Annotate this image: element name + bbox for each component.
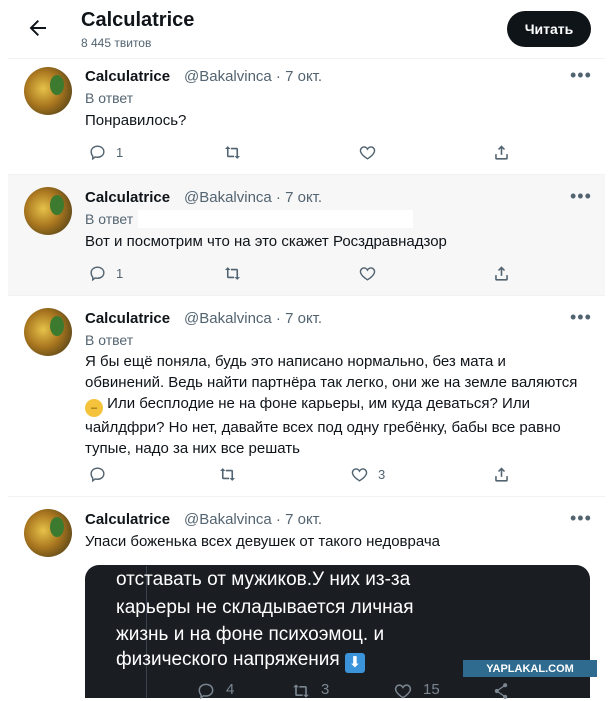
reply-icon (90, 467, 105, 483)
share-icon (495, 145, 508, 160)
share-icon (495, 467, 508, 482)
media-reply-button[interactable]: 4 (196, 681, 234, 701)
share-icon (495, 266, 508, 281)
text-line: тупые, надо за них все решать (85, 440, 300, 457)
reply-icon (198, 683, 214, 700)
more-icon[interactable]: ••• (570, 186, 592, 207)
text-line: – Или бесплодие не на фоне карьеры, им к… (85, 393, 585, 417)
more-icon[interactable]: ••• (570, 307, 592, 328)
reply-count: 1 (116, 145, 124, 160)
profile-header: Calculatrice 8 445 твитов Читать (8, 0, 605, 58)
reply-context: В ответ (85, 332, 134, 348)
media-text-line: отставать от мужиков.У них из-за (116, 569, 411, 590)
author-name[interactable]: Calculatrice (85, 189, 170, 206)
tweet-text: Понравилось? (85, 112, 187, 129)
retweet-icon (224, 146, 241, 159)
more-icon[interactable]: ••• (570, 508, 592, 529)
retweet-icon (293, 684, 309, 698)
profile-timeline: Calculatrice 8 445 твитов Читать Calcula… (8, 0, 605, 701)
reply-context: В ответ (85, 90, 134, 106)
reply-count: 1 (116, 266, 124, 281)
reply-button[interactable]: 1 (88, 143, 123, 162)
tweet-text: Упаси боженька всех девушек от такого не… (85, 533, 441, 550)
like-count: 15 (423, 681, 440, 698)
redacted-mention (138, 210, 413, 228)
retweet-button[interactable] (223, 264, 242, 283)
retweet-button[interactable] (218, 465, 237, 484)
author-name[interactable]: Calculatrice (85, 68, 170, 85)
author-handle[interactable]: @Bakalvinca · 7 окт. (184, 189, 322, 206)
author-handle[interactable]: @Bakalvinca · 7 окт. (184, 68, 322, 85)
share-button[interactable] (492, 264, 511, 283)
reply-count: 4 (226, 681, 235, 698)
share-button[interactable] (492, 143, 511, 162)
author-handle[interactable]: @Bakalvinca · 7 окт. (184, 511, 322, 528)
tweet[interactable]: Calculatrice @Bakalvinca · 7 окт. ••• В … (8, 296, 605, 496)
like-icon (351, 468, 368, 482)
like-button[interactable] (358, 143, 377, 162)
media-retweet-button[interactable]: 3 (291, 681, 329, 701)
author-handle[interactable]: @Bakalvinca · 7 окт. (184, 310, 322, 327)
media-text-line: жизнь и на фоне психоэмоц. и (116, 624, 385, 645)
tweet-text: Вот и посмотрим что на это скажет Росздр… (85, 233, 447, 250)
like-button[interactable]: 3 (350, 465, 385, 484)
like-icon (359, 267, 376, 281)
retweet-icon (224, 267, 241, 280)
media-like-button[interactable]: 15 (393, 681, 440, 701)
share-button[interactable] (492, 465, 511, 484)
tweet-count: 8 445 твитов (81, 36, 152, 50)
site-watermark: YAPLAKAL.COM (463, 660, 597, 677)
media-text-line: карьеры не складывается личная (116, 597, 414, 618)
tweet[interactable]: Calculatrice @Bakalvinca · 7 окт. ••• В … (8, 175, 605, 295)
tweet[interactable]: Calculatrice @Bakalvinca · 7 окт. ••• В … (8, 59, 605, 174)
text-line: Я бы ещё поняла, будь это написано норма… (85, 353, 506, 370)
expressionless-emoji-icon: – (85, 399, 103, 417)
like-count: 3 (378, 467, 386, 482)
reply-button[interactable] (88, 465, 107, 484)
retweet-icon (219, 468, 236, 481)
author-name[interactable]: Calculatrice (85, 511, 170, 528)
reply-context: В ответ (85, 211, 134, 227)
share-icon (494, 683, 508, 699)
back-arrow-icon[interactable] (26, 16, 50, 40)
media-share-button[interactable] (491, 681, 511, 701)
avatar[interactable] (24, 509, 72, 557)
like-icon (359, 146, 376, 160)
avatar[interactable] (24, 308, 72, 356)
reply-icon (90, 266, 105, 282)
text-line: чайлдфри? Но нет, давайте всех под одну … (85, 419, 561, 436)
download-icon: ⬇ (344, 653, 365, 673)
page-title: Calculatrice (81, 9, 195, 31)
reply-icon (90, 145, 105, 161)
like-button[interactable] (358, 264, 377, 283)
like-icon (394, 684, 412, 699)
tweet-text: Я бы ещё поняла, будь это написано норма… (85, 351, 585, 459)
reply-button[interactable]: 1 (88, 264, 123, 283)
author-name[interactable]: Calculatrice (85, 310, 170, 327)
follow-button[interactable]: Читать (507, 11, 591, 47)
avatar[interactable] (24, 67, 72, 115)
avatar[interactable] (24, 187, 72, 235)
text-line: обвинений. Ведь найти партнёра так легко… (85, 374, 578, 391)
retweet-button[interactable] (223, 143, 242, 162)
retweet-count: 3 (321, 681, 330, 698)
more-icon[interactable]: ••• (570, 65, 592, 86)
media-actions: 4 3 15 (8, 681, 605, 701)
